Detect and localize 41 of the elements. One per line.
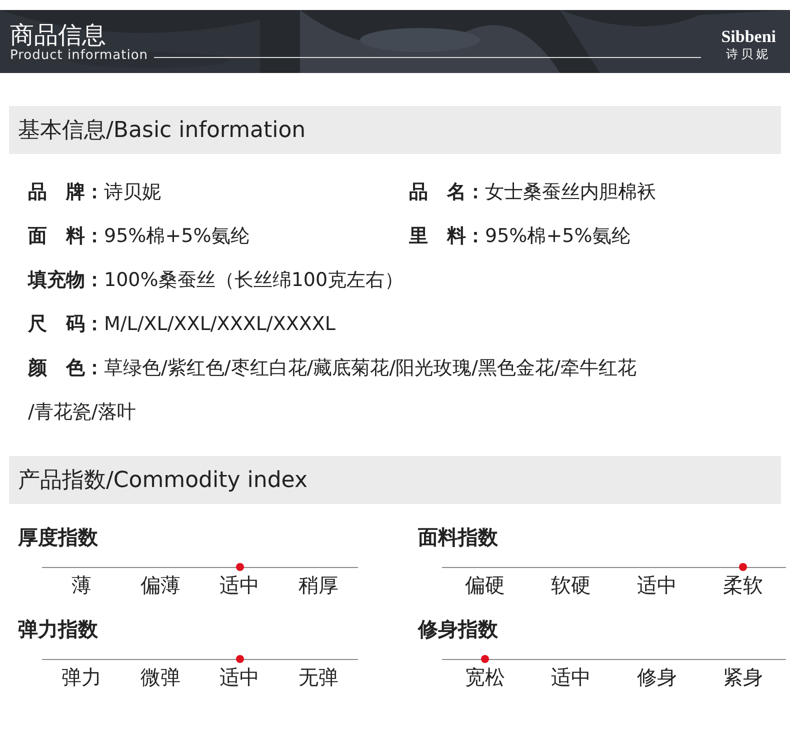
field-value: 诗贝妮 [104, 181, 161, 203]
scale-option: 无弹 [279, 660, 358, 691]
section-heading: 基本信息/Basic information [18, 117, 306, 145]
field-value: 100%桑蚕丝（长丝绵100克左右） [104, 269, 404, 291]
field-value: 95%棉+5%氨纶 [485, 225, 630, 247]
scale-option: 偏硬 [442, 568, 528, 599]
scale-option: 微弹 [121, 660, 200, 691]
index-title: 厚度指数 [18, 524, 99, 551]
scale-option: 柔软 [700, 568, 786, 599]
index-title: 弹力指数 [18, 616, 99, 643]
scale-option: 弹力 [42, 660, 121, 691]
field-label: 里 料： [409, 225, 485, 247]
scale-option: 适中 [200, 568, 279, 599]
index-title: 面料指数 [418, 524, 499, 551]
brand-name: Sibbeni [721, 28, 776, 46]
section-title: 商品信息 [10, 22, 107, 48]
field-value: /青花瓷/落叶 [28, 401, 136, 423]
field-value: M/L/XL/XXL/XXXL/XXXXL [104, 313, 336, 335]
scale-option: 宽松 [442, 660, 528, 691]
field-label: 尺 码： [28, 313, 104, 335]
field-label: 品 名： [409, 181, 485, 203]
scale-option: 适中 [528, 660, 614, 691]
field-label: 填充物： [28, 269, 104, 291]
index-title: 修身指数 [418, 616, 499, 643]
field-value: 95%棉+5%氨纶 [104, 225, 250, 247]
field-label: 颜 色： [28, 357, 104, 379]
field-label: 面 料： [28, 225, 104, 247]
scale-option: 修身 [614, 660, 700, 691]
field-value: 草绿色/紫红色/枣红白花/藏底菊花/阳光玫瑰/黑色金花/牵牛红花 [104, 357, 636, 379]
scale-option: 软硬 [528, 568, 614, 599]
scale-option: 紧身 [700, 660, 786, 691]
section-heading: 产品指数/Commodity index [18, 467, 308, 495]
scale-option: 适中 [200, 660, 279, 691]
field-label: 品 牌： [28, 181, 104, 203]
scale-option: 偏薄 [121, 568, 200, 599]
brand-chinese-name: 诗贝妮 [726, 46, 772, 63]
section-subtitle: Product information [10, 48, 148, 63]
field-value: 女士桑蚕丝内胆棉袄 [485, 181, 656, 203]
scale-option: 薄 [42, 568, 121, 599]
scale-option: 适中 [614, 568, 700, 599]
scale-option: 稍厚 [279, 568, 358, 599]
